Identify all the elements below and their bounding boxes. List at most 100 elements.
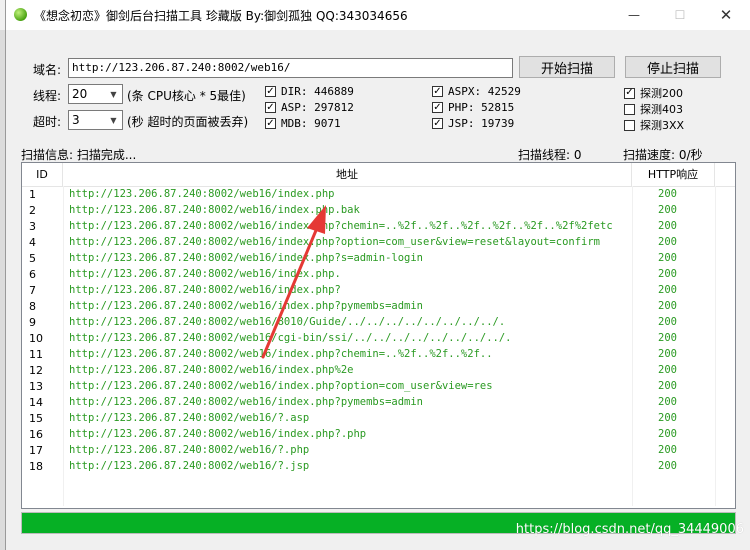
row-url: http://123.206.87.240:8002/web16/index.p… <box>69 380 493 392</box>
scan-speed-status: 扫描速度: 0/秒 <box>623 148 703 162</box>
chevron-down-icon: ▼ <box>110 115 117 125</box>
table-row[interactable]: 1 http://123.206.87.240:8002/web16/index.… <box>22 187 735 203</box>
table-row[interactable]: 15 http://123.206.87.240:8002/web16/?.asp… <box>22 411 735 427</box>
table-row[interactable]: 16 http://123.206.87.240:8002/web16/index… <box>22 427 735 443</box>
domain-input[interactable]: http://123.206.87.240:8002/web16/ <box>68 58 513 78</box>
table-row[interactable]: 9 http://123.206.87.240:8002/web16/8010/G… <box>22 315 735 331</box>
column-header-url[interactable]: 地址 <box>63 163 632 186</box>
row-http-code: 200 <box>658 300 677 312</box>
dict-jsp-checkbox[interactable]: ✓ JSP: 19739 <box>432 117 514 130</box>
dict-php-checkbox[interactable]: ✓ PHP: 52815 <box>432 101 514 114</box>
probe-403-checkbox[interactable]: 探测403 <box>624 101 683 117</box>
minimize-button[interactable]: — <box>611 0 657 30</box>
row-url: http://123.206.87.240:8002/web16/?.php <box>69 444 310 456</box>
table-row[interactable]: 7 http://123.206.87.240:8002/web16/index.… <box>22 283 735 299</box>
dict-aspx-checkbox[interactable]: ✓ ASPX: 42529 <box>432 85 521 98</box>
table-header: ID 地址 HTTP响应 <box>22 163 735 187</box>
row-http-code: 200 <box>658 220 677 232</box>
row-url: http://123.206.87.240:8002/web16/index.p… <box>69 364 354 376</box>
scan-info-status: 扫描信息: 扫描完成... <box>21 148 137 162</box>
results-table[interactable]: ID 地址 HTTP响应 1 http://123.206.87.240:8002… <box>21 162 736 509</box>
table-row[interactable]: 14 http://123.206.87.240:8002/web16/index… <box>22 395 735 411</box>
title-bar: 《想念初恋》御剑后台扫描工具 珍藏版 By:御剑孤独 QQ:343034656 … <box>6 0 750 30</box>
row-url: http://123.206.87.240:8002/web16/index.p… <box>69 236 601 248</box>
row-id: 12 <box>29 364 43 377</box>
domain-input-value: http://123.206.87.240:8002/web16/ <box>72 61 291 74</box>
row-url: http://123.206.87.240:8002/web16/index.p… <box>69 188 335 200</box>
row-id: 2 <box>29 204 36 217</box>
stop-scan-button[interactable]: 停止扫描 <box>625 56 721 78</box>
row-http-code: 200 <box>658 428 677 440</box>
row-http-code: 200 <box>658 364 677 376</box>
window-title: 《想念初恋》御剑后台扫描工具 珍藏版 By:御剑孤独 QQ:343034656 <box>34 9 408 23</box>
row-id: 4 <box>29 236 36 249</box>
threads-value: 20 <box>72 87 88 101</box>
row-url: http://123.206.87.240:8002/web16/?.jsp <box>69 460 310 472</box>
close-button[interactable]: ✕ <box>703 0 749 30</box>
row-id: 18 <box>29 460 43 473</box>
row-url: http://123.206.87.240:8002/web16/?.asp <box>69 412 310 424</box>
row-id: 3 <box>29 220 36 233</box>
row-id: 17 <box>29 444 43 457</box>
row-id: 16 <box>29 428 43 441</box>
table-row[interactable]: 5 http://123.206.87.240:8002/web16/index.… <box>22 251 735 267</box>
checkbox-icon: ✓ <box>624 87 635 99</box>
row-url: http://123.206.87.240:8002/web16/index.p… <box>69 268 341 280</box>
table-row[interactable]: 18 http://123.206.87.240:8002/web16/?.jsp… <box>22 459 735 475</box>
table-row[interactable]: 13 http://123.206.87.240:8002/web16/index… <box>22 379 735 395</box>
table-row[interactable]: 8 http://123.206.87.240:8002/web16/index.… <box>22 299 735 315</box>
probe-200-checkbox[interactable]: ✓ 探测200 <box>624 85 683 101</box>
checkbox-icon: ✓ <box>265 117 276 129</box>
column-header-id[interactable]: ID <box>22 163 63 186</box>
timeout-value: 3 <box>72 113 80 127</box>
table-row[interactable]: 4 http://123.206.87.240:8002/web16/index.… <box>22 235 735 251</box>
checkbox-icon: ✓ <box>265 101 276 113</box>
row-url: http://123.206.87.240:8002/web16/index.p… <box>69 396 424 408</box>
row-id: 1 <box>29 188 36 201</box>
table-row[interactable]: 3 http://123.206.87.240:8002/web16/index.… <box>22 219 735 235</box>
row-http-code: 200 <box>658 252 677 264</box>
row-url: http://123.206.87.240:8002/web16/index.p… <box>69 284 341 296</box>
checkbox-icon <box>624 103 635 115</box>
row-id: 14 <box>29 396 43 409</box>
row-http-code: 200 <box>658 380 677 392</box>
timeout-hint: (秒 超时的页面被丢弃) <box>127 115 249 129</box>
checkbox-icon: ✓ <box>432 85 443 97</box>
row-url: http://123.206.87.240:8002/web16/index.p… <box>69 428 367 440</box>
dict-mdb-checkbox[interactable]: ✓ MDB: 9071 <box>265 117 341 130</box>
row-http-code: 200 <box>658 204 677 216</box>
domain-label: 域名: <box>33 63 62 77</box>
row-url: http://123.206.87.240:8002/web16/index.p… <box>69 300 424 312</box>
start-scan-button[interactable]: 开始扫描 <box>519 56 615 78</box>
row-http-code: 200 <box>658 444 677 456</box>
row-http-code: 200 <box>658 316 677 328</box>
table-row[interactable]: 10 http://123.206.87.240:8002/web16/cgi-b… <box>22 331 735 347</box>
checkbox-icon: ✓ <box>432 101 443 113</box>
checkbox-icon <box>624 119 635 131</box>
table-row[interactable]: 12 http://123.206.87.240:8002/web16/index… <box>22 363 735 379</box>
column-header-http[interactable]: HTTP响应 <box>632 163 715 186</box>
row-id: 7 <box>29 284 36 297</box>
row-url: http://123.206.87.240:8002/web16/index.p… <box>69 204 360 216</box>
table-row[interactable]: 6 http://123.206.87.240:8002/web16/index.… <box>22 267 735 283</box>
table-row[interactable]: 2 http://123.206.87.240:8002/web16/index.… <box>22 203 735 219</box>
row-url: http://123.206.87.240:8002/web16/index.p… <box>69 252 424 264</box>
row-http-code: 200 <box>658 460 677 472</box>
row-http-code: 200 <box>658 332 677 344</box>
row-url: http://123.206.87.240:8002/web16/8010/Gu… <box>69 316 506 328</box>
timeout-select[interactable]: 3 ▼ <box>68 110 123 130</box>
row-id: 9 <box>29 316 36 329</box>
threads-hint: (条 CPU核心 * 5最佳) <box>127 89 246 103</box>
maximize-button: ☐ <box>674 8 686 22</box>
timeout-label: 超时: <box>33 115 62 129</box>
dict-dir-checkbox[interactable]: ✓ DIR: 446889 <box>265 85 354 98</box>
row-id: 6 <box>29 268 36 281</box>
probe-3xx-checkbox[interactable]: 探测3XX <box>624 117 684 133</box>
app-logo-icon <box>14 8 27 21</box>
table-row[interactable]: 11 http://123.206.87.240:8002/web16/index… <box>22 347 735 363</box>
row-url: http://123.206.87.240:8002/web16/index.p… <box>69 348 493 360</box>
row-http-code: 200 <box>658 396 677 408</box>
threads-select[interactable]: 20 ▼ <box>68 84 123 104</box>
dict-asp-checkbox[interactable]: ✓ ASP: 297812 <box>265 101 354 114</box>
table-row[interactable]: 17 http://123.206.87.240:8002/web16/?.php… <box>22 443 735 459</box>
